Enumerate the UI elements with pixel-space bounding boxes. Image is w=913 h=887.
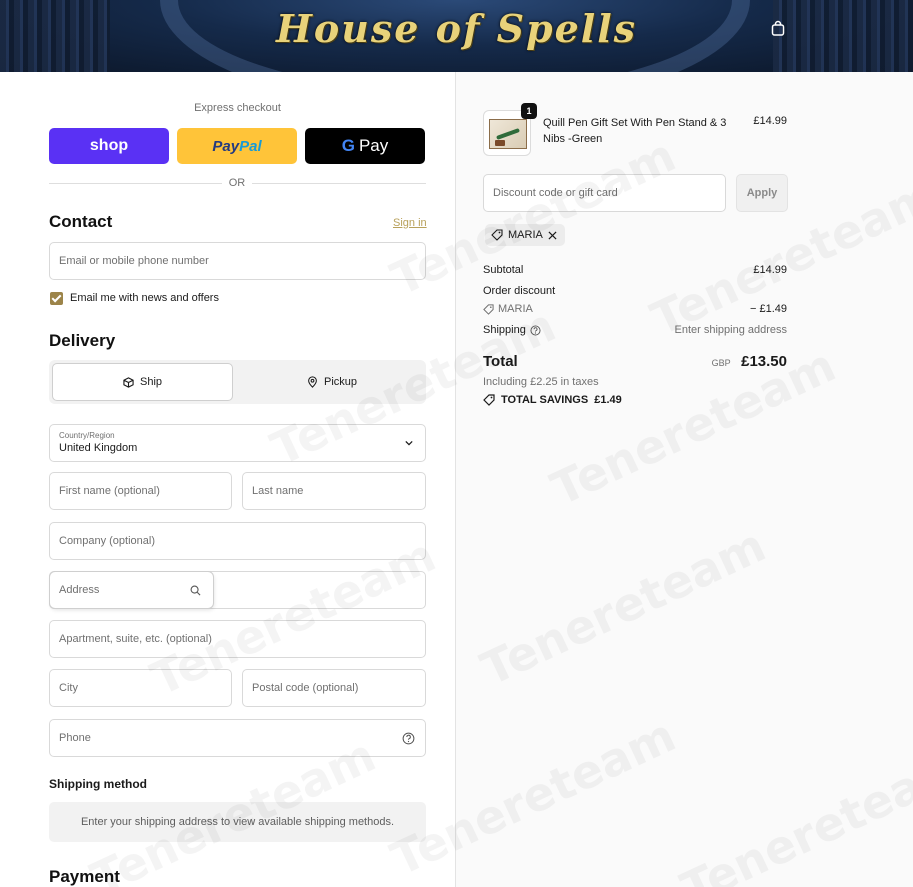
order-discount-label: Order discount — [483, 285, 556, 297]
pickup-label: Pickup — [323, 376, 358, 388]
product-price: £14.99 — [753, 115, 787, 127]
shipping-value: Enter shipping address — [674, 324, 787, 336]
shipping-method-heading: Shipping method — [49, 777, 147, 791]
google-pay-button[interactable]: G Pay — [305, 128, 425, 164]
country-label: Country/Region — [59, 431, 115, 440]
help-circle-icon[interactable] — [402, 732, 415, 745]
applied-code-label: MARIA — [508, 229, 543, 241]
total-row: Total GBP £13.50 — [483, 353, 787, 371]
savings-label: TOTAL SAVINGS — [501, 394, 589, 406]
google-g-icon: G — [341, 136, 355, 155]
first-name-placeholder: First name (optional) — [59, 485, 160, 497]
country-value: United Kingdom — [59, 442, 138, 454]
paypal-label-part2: Pal — [239, 137, 262, 155]
tag-icon — [483, 394, 495, 406]
shipping-label: Shipping — [483, 324, 526, 336]
discount-code-row: MARIA − £1.49 — [483, 303, 787, 315]
sign-in-link[interactable]: Sign in — [393, 217, 427, 229]
apply-label: Apply — [746, 187, 778, 199]
box-icon — [123, 376, 134, 388]
delivery-heading: Delivery — [49, 331, 116, 350]
subtotal-row: Subtotal £14.99 — [483, 264, 787, 276]
newsletter-label: Email me with news and offers — [70, 292, 219, 304]
postal-code-placeholder: Postal code (optional) — [252, 682, 359, 694]
delivery-method-toggle: Ship Pickup — [49, 360, 426, 404]
total-value: £13.50 — [741, 353, 787, 370]
address-placeholder: Address — [59, 584, 100, 596]
applied-discount-chip: MARIA — [485, 224, 565, 246]
discount-code-placeholder: Discount code or gift card — [493, 187, 618, 199]
contact-heading: Contact — [49, 212, 113, 231]
apartment-placeholder: Apartment, suite, etc. (optional) — [59, 633, 212, 645]
total-savings: TOTAL SAVINGS £1.49 — [483, 394, 622, 406]
last-name-placeholder: Last name — [252, 485, 304, 497]
google-pay-label: Pay — [358, 136, 389, 155]
discount-code-label: MARIA — [498, 303, 533, 315]
paypal-label-part1: Pay — [212, 137, 240, 155]
chevron-down-icon — [405, 440, 413, 446]
address-field[interactable]: Address — [49, 571, 426, 609]
phone-field[interactable]: Phone — [49, 719, 426, 757]
shop-pay-button[interactable]: shop — [49, 128, 169, 164]
subtotal-label: Subtotal — [483, 264, 524, 276]
product-name: Quill Pen Gift Set With Pen Stand & 3 Ni… — [543, 117, 727, 145]
quantity-badge: 1 — [521, 103, 537, 119]
shipping-method-message: Enter your shipping address to view avai… — [80, 816, 395, 828]
paypal-button[interactable]: Pay Pal — [177, 128, 297, 164]
apply-discount-button[interactable]: Apply — [736, 174, 788, 212]
location-pin-icon — [308, 376, 317, 388]
tax-line: Including £2.25 in taxes — [483, 376, 599, 388]
tag-icon — [491, 229, 503, 241]
search-icon[interactable] — [190, 585, 201, 596]
city-field[interactable]: City — [49, 669, 232, 707]
or-text: OR — [222, 177, 252, 189]
product-image — [489, 119, 527, 149]
total-label: Total — [483, 353, 518, 370]
express-checkout-label: Express checkout — [194, 102, 281, 114]
ship-option[interactable]: Ship — [52, 363, 233, 401]
shipping-row: Shipping Enter shipping address — [483, 324, 787, 336]
city-placeholder: City — [59, 682, 78, 694]
help-circle-icon[interactable] — [530, 324, 541, 336]
last-name-field[interactable]: Last name — [242, 472, 426, 510]
close-icon[interactable] — [548, 230, 557, 240]
subtotal-value: £14.99 — [753, 264, 787, 276]
savings-value: £1.49 — [594, 394, 622, 406]
discount-value: − £1.49 — [749, 303, 787, 315]
shipping-method-empty-box: Enter your shipping address to view avai… — [49, 802, 426, 842]
pickup-option[interactable]: Pickup — [241, 363, 423, 401]
first-name-field[interactable]: First name (optional) — [49, 472, 232, 510]
newsletter-checkbox[interactable] — [50, 292, 63, 305]
phone-placeholder: Phone — [59, 732, 91, 744]
discount-code-field[interactable]: Discount code or gift card — [483, 174, 726, 212]
store-header: House of Spells — [0, 0, 913, 72]
email-placeholder: Email or mobile phone number — [59, 255, 209, 267]
tag-icon — [483, 303, 494, 315]
company-field[interactable]: Company (optional) — [49, 522, 426, 560]
address-autocomplete-box[interactable]: Address — [50, 572, 213, 608]
apartment-field[interactable]: Apartment, suite, etc. (optional) — [49, 620, 426, 658]
payment-heading: Payment — [49, 867, 120, 886]
postal-code-field[interactable]: Postal code (optional) — [242, 669, 426, 707]
ship-label: Ship — [139, 376, 163, 388]
shop-pay-label: shop — [89, 137, 129, 154]
total-currency: GBP — [711, 358, 731, 368]
order-discount-row: Order discount — [483, 285, 787, 297]
company-placeholder: Company (optional) — [59, 535, 155, 547]
country-select[interactable]: Country/Region United Kingdom — [49, 424, 426, 462]
email-field[interactable]: Email or mobile phone number — [49, 242, 426, 280]
shopping-bag-icon[interactable] — [770, 20, 786, 36]
